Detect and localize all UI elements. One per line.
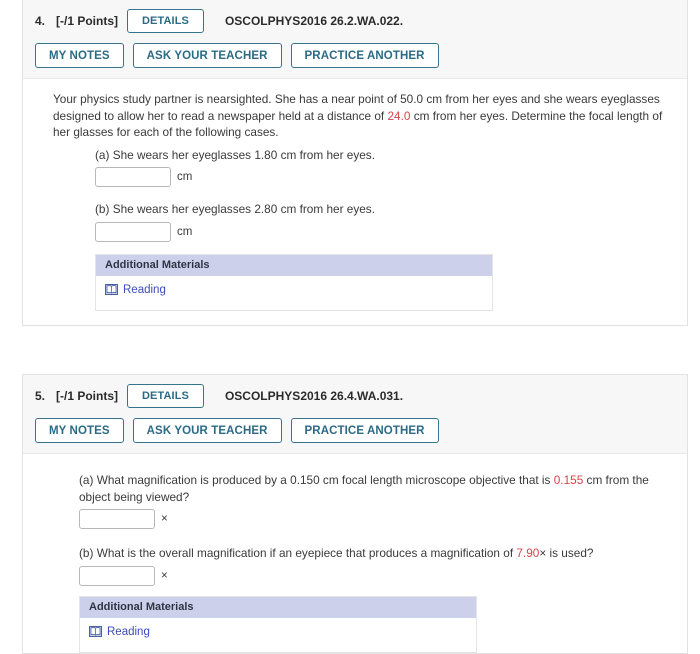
answer-input-4a[interactable] — [95, 167, 171, 187]
question-4-points: [-/1 Points] — [56, 14, 119, 28]
reading-link-5-label: Reading — [107, 625, 150, 638]
question-5-body: (a) What magnification is produced by a … — [23, 454, 687, 653]
question-5-code: OSCOLPHYS2016 26.4.WA.031. — [224, 389, 404, 403]
question-5-part-a-seg1: (a) What magnification is produced by a … — [79, 473, 554, 487]
additional-materials-5-header: Additional Materials — [80, 596, 476, 618]
question-4-part-a-text: (a) She wears her eyeglasses 1.80 cm fro… — [95, 147, 375, 162]
question-5-part-b-seg2: × is used? — [539, 546, 594, 560]
question-5-part-b-highlight: 7.90 — [516, 546, 540, 560]
question-5-part-b-seg1: (b) What is the overall magnification if… — [79, 546, 517, 560]
question-5-part-b-text: (b) What is the overall magnification if… — [79, 545, 673, 562]
question-5-points: [-/1 Points] — [56, 389, 119, 403]
card-separator — [0, 326, 700, 374]
additional-materials-4-body: Reading — [96, 275, 492, 310]
reading-link-5[interactable]: Reading — [89, 626, 150, 638]
answer-input-4b[interactable] — [95, 221, 171, 242]
question-4-actions: MY NOTES ASK YOUR TEACHER PRACTICE ANOTH… — [35, 43, 675, 68]
unit-label-4a: cm — [177, 171, 193, 183]
unit-label-5a: × — [161, 513, 168, 525]
additional-materials-4: Additional Materials Reading — [95, 253, 493, 311]
question-5-part-a: (a) What magnification is produced by a … — [79, 472, 673, 529]
unit-label-5b: × — [161, 569, 168, 582]
question-card-4: 4. [-/1 Points] DETAILS OSCOLPHYS2016 26… — [22, 0, 688, 326]
practice-another-button-5[interactable]: PRACTICE ANOTHER — [290, 418, 439, 443]
question-4-stem-highlight: 24.0 — [387, 108, 411, 123]
question-4-parts: (a) She wears her eyeglasses 1.80 cm fro… — [53, 147, 673, 311]
question-5-header: 5. [-/1 Points] DETAILS OSCOLPHYS2016 26… — [23, 375, 687, 454]
question-5-part-a-answer-row: × — [79, 509, 673, 529]
question-4-body: Your physics study partner is nearsighte… — [23, 79, 687, 325]
practice-another-button-4[interactable]: PRACTICE ANOTHER — [290, 43, 439, 68]
details-button-5[interactable]: DETAILS — [127, 384, 204, 408]
question-4-stem: Your physics study partner is nearsighte… — [53, 91, 673, 141]
ask-your-teacher-button-5[interactable]: ASK YOUR TEACHER — [132, 418, 282, 443]
answer-input-5b[interactable] — [79, 565, 155, 586]
question-5-part-b-answer-row: × — [79, 565, 673, 586]
question-5-header-row: 5. [-/1 Points] DETAILS OSCOLPHYS2016 26… — [35, 384, 675, 408]
question-5-actions: MY NOTES ASK YOUR TEACHER PRACTICE ANOTH… — [35, 418, 675, 443]
my-notes-button-5[interactable]: MY NOTES — [35, 418, 124, 443]
additional-materials-5: Additional Materials Reading — [79, 595, 477, 653]
question-4-code: OSCOLPHYS2016 26.2.WA.022. — [224, 14, 404, 28]
question-4-part-a-answer-row: cm — [95, 167, 673, 187]
answer-input-5a[interactable] — [79, 509, 155, 529]
additional-materials-5-body: Reading — [80, 617, 476, 652]
my-notes-button-4[interactable]: MY NOTES — [35, 43, 124, 68]
question-4-header-row: 4. [-/1 Points] DETAILS OSCOLPHYS2016 26… — [35, 9, 675, 33]
unit-label-4b: cm — [177, 225, 193, 238]
book-icon — [89, 626, 102, 637]
question-4-part-b-text: (b) She wears her eyeglasses 2.80 cm fro… — [95, 202, 375, 216]
question-card-5: 5. [-/1 Points] DETAILS OSCOLPHYS2016 26… — [22, 374, 688, 654]
question-4-part-a: (a) She wears her eyeglasses 1.80 cm fro… — [95, 147, 673, 187]
reading-link-4-label: Reading — [123, 283, 166, 296]
details-button-4[interactable]: DETAILS — [127, 9, 204, 33]
question-4-number: 4. — [35, 14, 46, 28]
question-5-part-a-highlight: 0.155 — [553, 473, 584, 487]
question-5-number: 5. — [35, 389, 46, 403]
question-4-part-b: (b) She wears her eyeglasses 2.80 cm fro… — [95, 201, 673, 242]
question-5-part-b: (b) What is the overall magnification if… — [79, 545, 673, 586]
question-5-part-a-text: (a) What magnification is produced by a … — [79, 472, 673, 505]
reading-link-4[interactable]: Reading — [105, 284, 166, 296]
book-icon — [105, 284, 118, 295]
ask-your-teacher-button-4[interactable]: ASK YOUR TEACHER — [132, 43, 282, 68]
question-4-header: 4. [-/1 Points] DETAILS OSCOLPHYS2016 26… — [23, 0, 687, 79]
additional-materials-4-header: Additional Materials — [96, 254, 492, 276]
question-4-part-b-answer-row: cm — [95, 221, 673, 242]
